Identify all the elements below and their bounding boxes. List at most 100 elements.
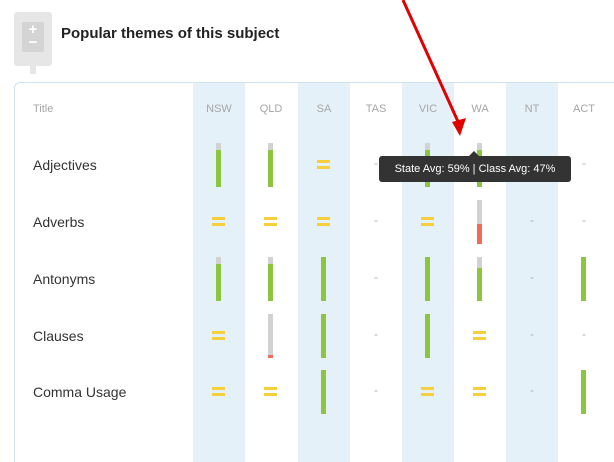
score-cell[interactable] (402, 314, 454, 358)
score-cell[interactable] (454, 370, 506, 414)
themes-table: Title NSWQLDSATASVICWANTACT Adjectives - - -… (14, 82, 614, 462)
score-cell[interactable] (298, 257, 350, 301)
equal-icon[interactable] (473, 330, 486, 341)
score-cell[interactable]: - (506, 257, 558, 301)
score-bar[interactable] (477, 257, 482, 301)
equal-icon[interactable] (264, 386, 277, 397)
row-label[interactable]: Antonyms (33, 271, 95, 287)
score-bar[interactable] (268, 314, 273, 358)
score-bar[interactable] (268, 143, 273, 187)
score-cell[interactable]: - (350, 314, 402, 358)
no-data-dash: - (582, 213, 586, 227)
score-bar-fill (581, 370, 586, 414)
equal-icon[interactable] (264, 216, 277, 227)
equal-icon[interactable] (212, 386, 225, 397)
column-header-sa[interactable]: SA (298, 103, 350, 115)
no-data-dash: - (530, 327, 534, 341)
score-cell[interactable] (454, 257, 506, 301)
no-data-dash: - (530, 270, 534, 284)
equal-icon[interactable] (473, 386, 486, 397)
no-data-dash: - (530, 213, 534, 227)
score-cell[interactable]: - (558, 200, 610, 244)
column-header-qld[interactable]: QLD (245, 103, 297, 115)
score-cell[interactable] (454, 200, 506, 244)
score-bar-fill (216, 264, 221, 301)
score-cell[interactable] (402, 257, 454, 301)
score-bar-fill (581, 257, 586, 301)
score-cell[interactable] (193, 314, 245, 358)
score-cell[interactable] (402, 370, 454, 414)
score-cell[interactable] (298, 143, 350, 187)
row-label[interactable]: Adverbs (33, 214, 84, 230)
score-cell[interactable] (193, 257, 245, 301)
score-bar-fill (425, 257, 430, 301)
no-data-dash: - (374, 327, 378, 341)
score-cell[interactable] (558, 370, 610, 414)
score-cell[interactable] (245, 143, 297, 187)
column-header-wa[interactable]: WA (454, 103, 506, 115)
score-cell[interactable]: - (350, 200, 402, 244)
score-bar-fill (268, 355, 273, 358)
score-bar-fill (477, 268, 482, 301)
row-label[interactable]: Adjectives (33, 157, 97, 173)
score-cell[interactable] (298, 200, 350, 244)
score-bar-fill (321, 370, 326, 414)
score-cell[interactable]: - (558, 314, 610, 358)
score-bar[interactable] (216, 143, 221, 187)
score-cell[interactable] (245, 370, 297, 414)
score-cell[interactable] (298, 314, 350, 358)
score-bar-fill (425, 314, 430, 358)
score-cell[interactable] (245, 257, 297, 301)
column-header-nt[interactable]: NT (506, 103, 558, 115)
column-header-vic[interactable]: VIC (402, 103, 454, 115)
score-cell[interactable] (454, 314, 506, 358)
section-title: Popular themes of this subject (61, 25, 280, 42)
score-cell[interactable]: - (350, 257, 402, 301)
score-cell[interactable] (245, 314, 297, 358)
column-header-tas[interactable]: TAS (350, 103, 402, 115)
equal-icon[interactable] (317, 159, 330, 170)
score-bar[interactable] (321, 257, 326, 301)
equal-icon[interactable] (317, 216, 330, 227)
no-data-dash: - (374, 270, 378, 284)
score-tooltip: State Avg: 59% | Class Avg: 47% (379, 151, 571, 182)
no-data-dash: - (582, 327, 586, 341)
column-header-act[interactable]: ACT (558, 103, 610, 115)
score-bar-fill (268, 150, 273, 187)
score-bar[interactable] (581, 257, 586, 301)
equal-icon[interactable] (212, 330, 225, 341)
title-column-header: Title (33, 103, 54, 115)
row-label[interactable]: Comma Usage (33, 384, 126, 400)
score-bar[interactable] (581, 370, 586, 414)
score-bar[interactable] (425, 314, 430, 358)
equal-icon[interactable] (212, 216, 225, 227)
row-label[interactable]: Clauses (33, 328, 84, 344)
score-cell[interactable] (298, 370, 350, 414)
no-data-dash: - (530, 383, 534, 397)
score-bar[interactable] (321, 314, 326, 358)
section-header: + − Popular themes of this subject (14, 12, 414, 74)
score-cell[interactable] (193, 370, 245, 414)
score-cell[interactable]: - (506, 370, 558, 414)
score-cell[interactable]: - (506, 200, 558, 244)
score-bar[interactable] (477, 200, 482, 244)
equal-icon[interactable] (421, 216, 434, 227)
score-cell[interactable] (193, 200, 245, 244)
no-data-dash: - (374, 213, 378, 227)
equal-icon[interactable] (421, 386, 434, 397)
score-bar-fill (268, 264, 273, 301)
column-header-nsw[interactable]: NSW (193, 103, 245, 115)
score-cell[interactable] (245, 200, 297, 244)
score-bar[interactable] (321, 370, 326, 414)
score-bar-fill (477, 224, 482, 244)
score-bar-fill (321, 314, 326, 358)
score-bar[interactable] (425, 257, 430, 301)
score-cell[interactable] (193, 143, 245, 187)
score-bar-fill (216, 150, 221, 187)
score-cell[interactable] (558, 257, 610, 301)
score-cell[interactable]: - (506, 314, 558, 358)
score-bar[interactable] (216, 257, 221, 301)
score-cell[interactable] (402, 200, 454, 244)
score-bar[interactable] (268, 257, 273, 301)
score-cell[interactable]: - (350, 370, 402, 414)
